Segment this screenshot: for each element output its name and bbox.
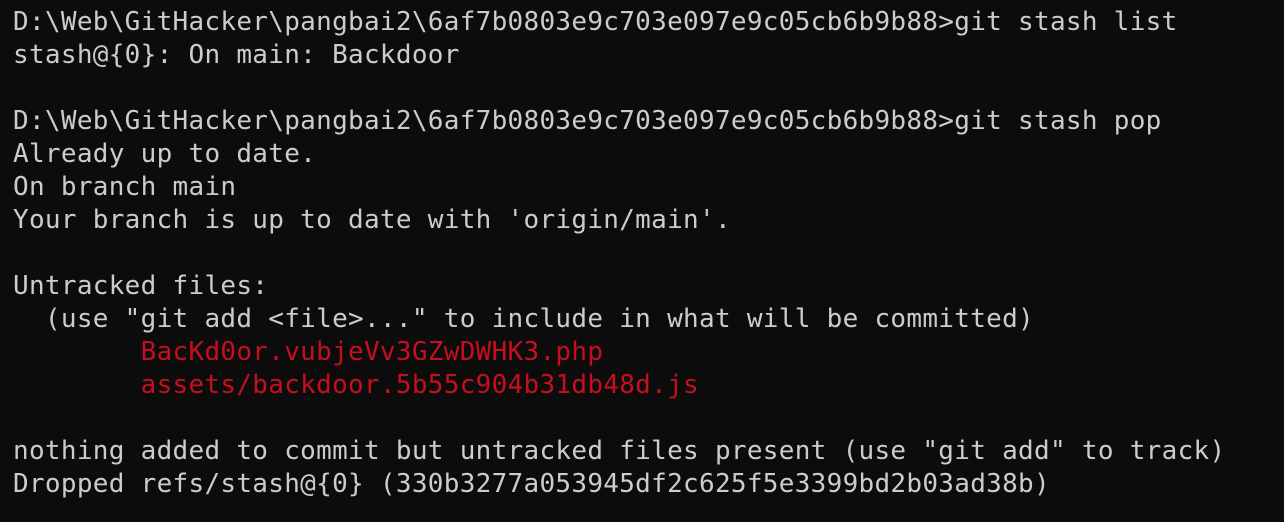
output-line: nothing added to commit but untracked fi… [13,436,1226,466]
prompt-command-line: D:\Web\GitHacker\pangbai2\6af7b0803e9c70… [13,106,1162,136]
output-line: On branch main [13,172,237,202]
output-line: (use "git add <file>..." to include in w… [13,304,1035,334]
terminal-window[interactable]: D:\Web\GitHacker\pangbai2\6af7b0803e9c70… [0,0,1284,522]
output-line: stash@{0}: On main: Backdoor [13,40,460,70]
output-line: Your branch is up to date with 'origin/m… [13,205,731,235]
untracked-file-line: assets/backdoor.5b55c904b31db48d.js [13,370,699,400]
output-line: Untracked files: [13,271,269,301]
output-line: Already up to date. [13,139,317,169]
prompt-command-line: D:\Web\GitHacker\pangbai2\6af7b0803e9c70… [13,7,1178,37]
output-line: Dropped refs/stash@{0} (330b3277a053945d… [13,469,1050,499]
untracked-file-line: BacKd0or.vubjeVv3GZwDWHK3.php [13,337,604,367]
